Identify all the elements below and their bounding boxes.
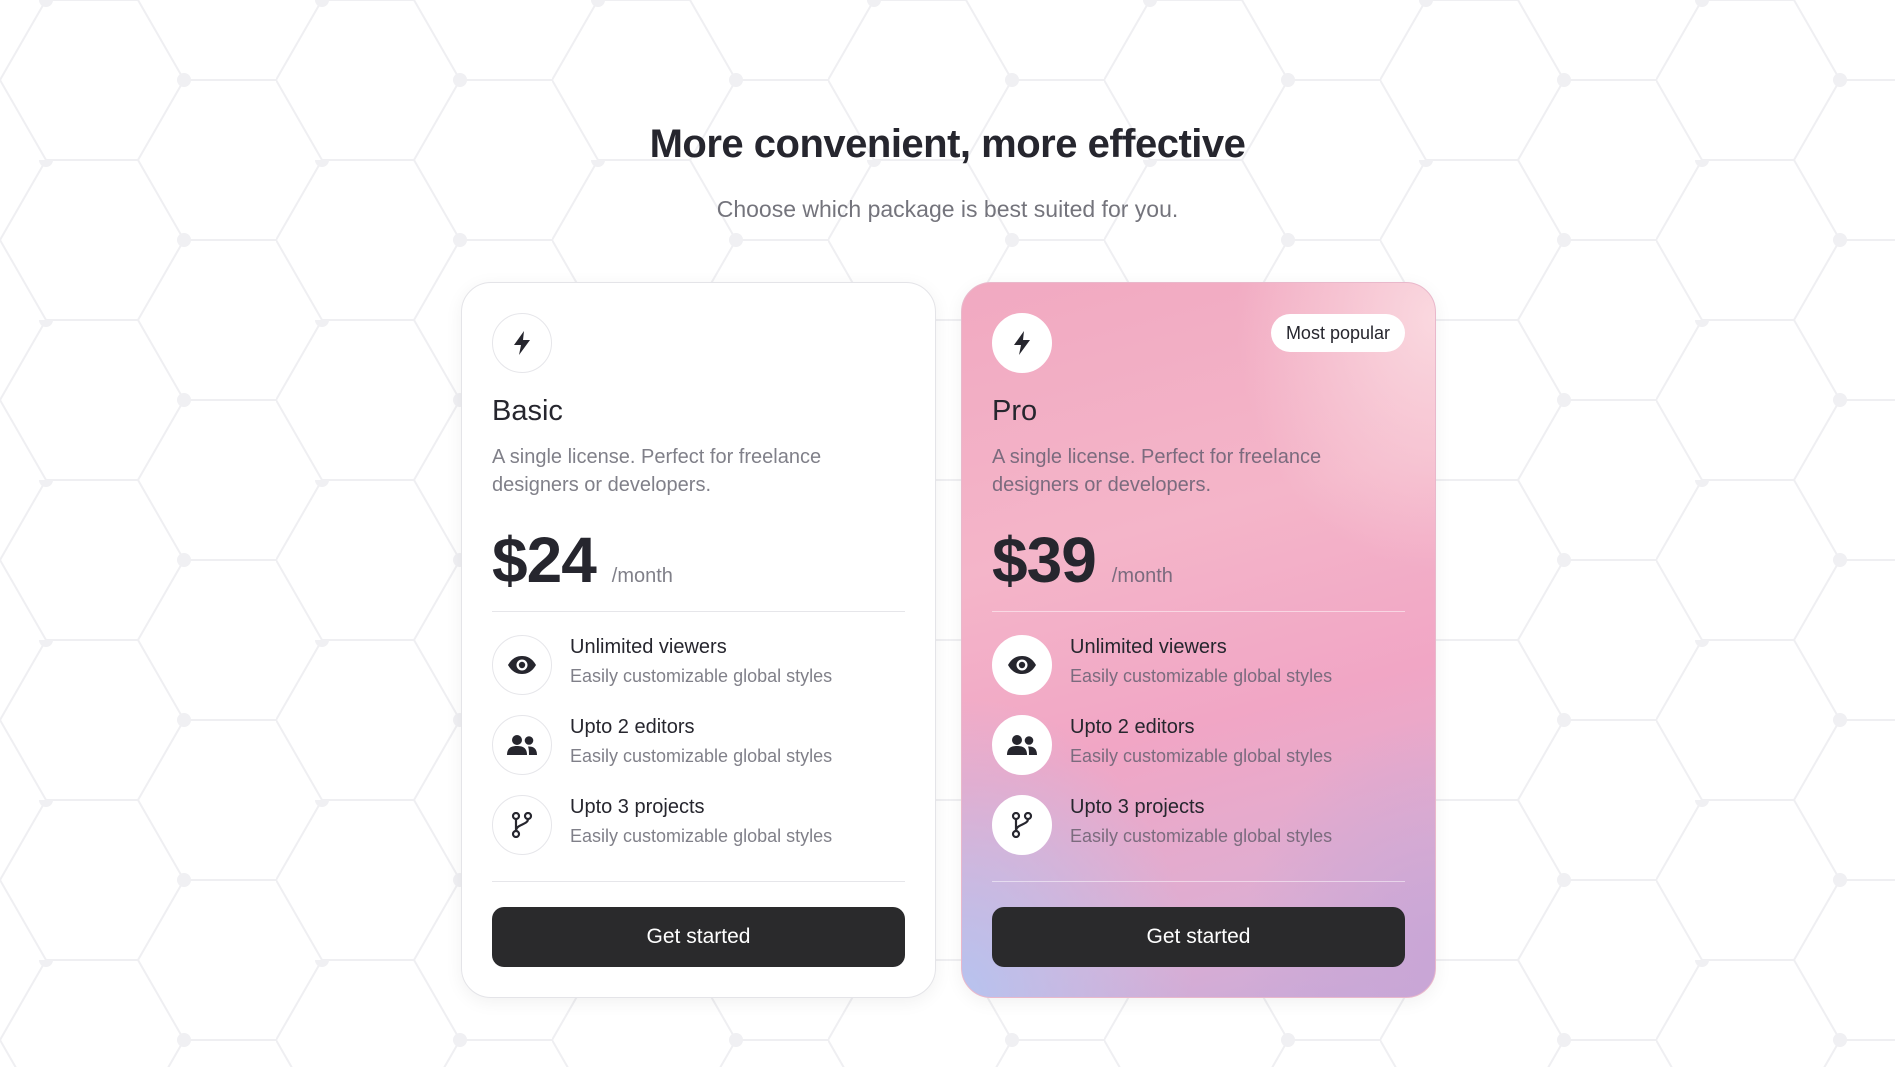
eye-icon <box>992 635 1052 695</box>
feature-item: Upto 3 projects Easily customizable glob… <box>492 795 907 875</box>
feature-item: Upto 3 projects Easily customizable glob… <box>992 795 1407 875</box>
divider <box>492 611 905 612</box>
plan-period: /month <box>1111 565 1173 587</box>
plan-price: $24 <box>492 524 597 596</box>
plan-description: A single license. Perfect for freelance … <box>992 446 1322 496</box>
price-row: $24 /month <box>492 523 673 597</box>
pricing-card-basic: Basic A single license. Perfect for free… <box>461 282 936 998</box>
feature-item: Unlimited viewers Easily customizable gl… <box>992 635 1407 715</box>
feature-title: Upto 3 projects <box>570 796 705 818</box>
feature-title: Unlimited viewers <box>1070 636 1227 658</box>
feature-item: Unlimited viewers Easily customizable gl… <box>492 635 907 715</box>
lightning-bolt-icon <box>992 313 1052 373</box>
feature-subtitle: Easily customizable global styles <box>1070 826 1333 846</box>
feature-item: Upto 2 editors Easily customizable globa… <box>492 715 907 795</box>
feature-title: Upto 2 editors <box>1070 716 1195 738</box>
users-icon <box>992 715 1052 775</box>
page-title: More convenient, more effective <box>649 122 1246 166</box>
get-started-button[interactable]: Get started <box>992 907 1405 967</box>
divider <box>992 881 1405 882</box>
plan-price: $39 <box>992 524 1097 596</box>
divider <box>492 881 905 882</box>
feature-item: Upto 2 editors Easily customizable globa… <box>992 715 1407 795</box>
feature-subtitle: Easily customizable global styles <box>1070 666 1333 686</box>
feature-subtitle: Easily customizable global styles <box>570 826 833 846</box>
pricing-card-pro: Most popular Pro A single license. Perfe… <box>961 282 1436 998</box>
lightning-bolt-icon <box>492 313 552 373</box>
plan-period: /month <box>611 565 673 587</box>
feature-list: Unlimited viewers Easily customizable gl… <box>992 635 1407 875</box>
feature-title: Unlimited viewers <box>570 636 727 658</box>
plan-name: Basic <box>492 395 563 427</box>
users-icon <box>492 715 552 775</box>
plan-name: Pro <box>992 395 1038 427</box>
git-branch-icon <box>492 795 552 855</box>
eye-icon <box>492 635 552 695</box>
git-branch-icon <box>992 795 1052 855</box>
feature-subtitle: Easily customizable global styles <box>1070 746 1333 766</box>
page-subtitle: Choose which package is best suited for … <box>716 196 1179 222</box>
most-popular-badge: Most popular <box>1270 314 1405 352</box>
feature-title: Upto 3 projects <box>1070 796 1205 818</box>
feature-list: Unlimited viewers Easily customizable gl… <box>492 635 907 875</box>
plan-description: A single license. Perfect for freelance … <box>492 446 822 496</box>
feature-subtitle: Easily customizable global styles <box>570 746 833 766</box>
divider <box>992 611 1405 612</box>
price-row: $39 /month <box>992 523 1173 597</box>
get-started-button[interactable]: Get started <box>492 907 905 967</box>
feature-title: Upto 2 editors <box>570 716 695 738</box>
pricing-page: More convenient, more effective Choose w… <box>0 0 1895 1067</box>
feature-subtitle: Easily customizable global styles <box>570 666 833 686</box>
